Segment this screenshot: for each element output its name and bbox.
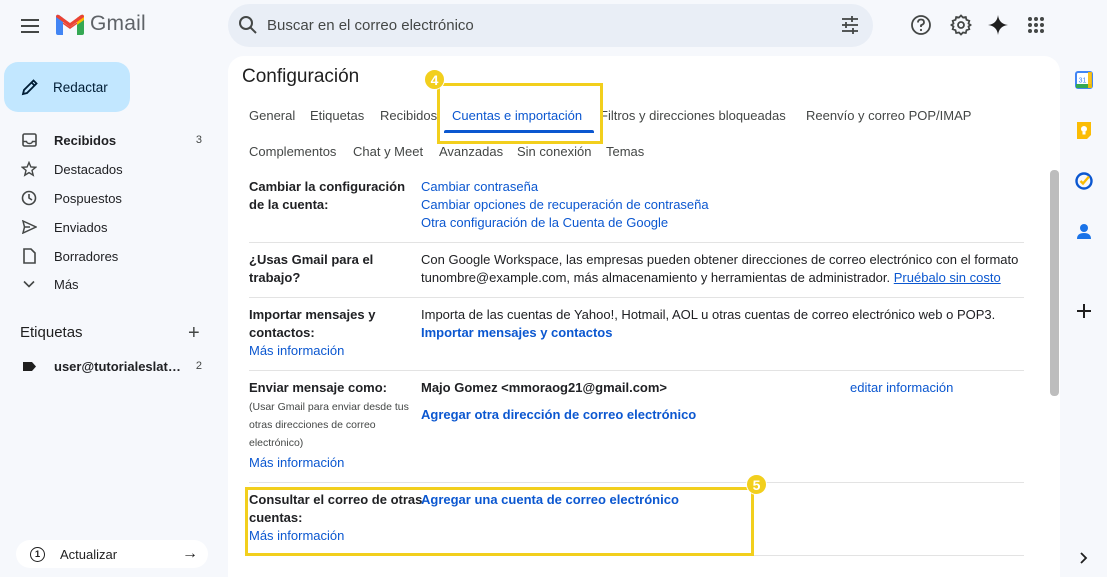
pencil-icon xyxy=(21,79,38,96)
keep-icon[interactable] xyxy=(1074,120,1094,140)
send-as-label: Enviar mensaje como: xyxy=(249,380,387,395)
top-bar: Gmail xyxy=(0,0,1107,52)
sidebar-item-sent[interactable]: Enviados xyxy=(0,213,220,241)
add-label-button[interactable]: + xyxy=(188,323,200,343)
help-icon[interactable] xyxy=(909,13,933,37)
compose-label: Redactar xyxy=(53,79,108,95)
label-count: 2 xyxy=(195,360,202,372)
tab-chat-meet[interactable]: Chat y Meet xyxy=(353,144,423,159)
row-divider xyxy=(249,297,1024,298)
account-settings-label: Cambiar la configuración de la cuenta: xyxy=(249,179,406,212)
sidebar-item-label: Pospuestos xyxy=(54,190,122,206)
sidebar-label-item[interactable]: user@tutorialeslat… 2 xyxy=(0,352,220,380)
compose-button[interactable]: Redactar xyxy=(4,62,130,112)
sender-identity: Majo Gomez <mmoraog21@gmail.com> xyxy=(421,380,668,395)
try-free-link[interactable]: Pruébalo sin costo xyxy=(894,270,1001,285)
update-button[interactable]: 1 Actualizar → xyxy=(16,540,208,568)
draft-icon xyxy=(20,248,38,264)
gmail-logo[interactable]: Gmail xyxy=(56,12,146,36)
import-more-info-link[interactable]: Más información xyxy=(249,342,344,360)
sidebar-item-label: user@tutorialeslat… xyxy=(54,358,181,374)
send-icon xyxy=(20,219,38,235)
tab-labels[interactable]: Etiquetas xyxy=(310,108,364,123)
unread-count: 3 xyxy=(195,134,202,146)
change-password-link[interactable]: Cambiar contraseña xyxy=(421,178,538,196)
label-tag-icon xyxy=(20,358,38,374)
add-email-address-link[interactable]: Agregar otra dirección de correo electró… xyxy=(421,406,696,424)
search-input[interactable] xyxy=(267,4,827,47)
sidebar-item-label: Más xyxy=(54,276,79,292)
gmail-m-icon xyxy=(56,14,84,35)
sidebar-item-drafts[interactable]: Borradores xyxy=(0,242,220,270)
step-5-badge: 5 xyxy=(746,474,767,495)
step-5-highlight xyxy=(245,487,754,556)
tab-advanced[interactable]: Avanzadas xyxy=(439,144,503,159)
sidebar-item-label: Borradores xyxy=(54,248,119,264)
sidebar-item-starred[interactable]: Destacados xyxy=(0,155,220,183)
update-label: Actualizar xyxy=(60,547,118,562)
workspace-description: Con Google Workspace, las empresas puede… xyxy=(421,252,1019,285)
scrollbar-thumb[interactable] xyxy=(1050,170,1059,396)
row-divider xyxy=(249,242,1024,243)
sidebar-item-inbox[interactable]: Recibidos 3 xyxy=(0,126,220,154)
tab-addons[interactable]: Complementos xyxy=(249,144,336,159)
step-4-highlight xyxy=(437,83,603,144)
row-divider xyxy=(249,370,1024,371)
gemini-icon[interactable] xyxy=(986,13,1010,37)
send-as-more-info-link[interactable]: Más información xyxy=(249,454,344,472)
work-label: ¿Usas Gmail para el trabajo? xyxy=(249,252,374,285)
row-divider xyxy=(249,482,1024,483)
filter-options-icon[interactable] xyxy=(841,16,859,39)
side-apps-panel: 31 xyxy=(1060,52,1107,577)
apps-grid-icon[interactable] xyxy=(1024,13,1048,37)
clock-icon xyxy=(20,190,38,206)
import-description: Importa de las cuentas de Yahoo!, Hotmai… xyxy=(421,307,996,322)
tab-offline[interactable]: Sin conexión xyxy=(517,144,591,159)
tab-inbox[interactable]: Recibidos xyxy=(380,108,437,123)
update-badge: 1 xyxy=(30,547,45,562)
tab-forwarding-pop-imap[interactable]: Reenvío y correo POP/IMAP xyxy=(806,108,971,123)
menu-icon[interactable] xyxy=(14,10,46,42)
tasks-icon[interactable] xyxy=(1074,171,1094,191)
sidebar-item-label: Destacados xyxy=(54,161,123,177)
import-label: Importar mensajes y contactos: xyxy=(249,307,376,340)
search-icon[interactable] xyxy=(238,15,258,40)
contacts-icon[interactable] xyxy=(1074,221,1094,241)
add-addon-icon[interactable] xyxy=(1074,301,1094,321)
send-as-note: (Usar Gmail para enviar desde tus otras … xyxy=(249,401,409,449)
sidebar-item-label: Recibidos xyxy=(54,132,117,148)
google-account-settings-link[interactable]: Otra configuración de la Cuenta de Googl… xyxy=(421,214,668,232)
arrow-right-icon: → xyxy=(182,545,198,562)
sidebar: Redactar Recibidos 3 Destacados Pospuest… xyxy=(0,52,228,577)
app-name: Gmail xyxy=(90,12,146,35)
edit-info-link[interactable]: editar información xyxy=(850,379,953,397)
sidebar-item-more[interactable]: Más xyxy=(0,270,220,298)
labels-header: Etiquetas xyxy=(20,324,83,341)
inbox-icon xyxy=(20,132,38,148)
settings-icon[interactable] xyxy=(949,13,973,37)
step-4-badge: 4 xyxy=(424,69,445,90)
chevron-down-icon xyxy=(20,276,38,292)
svg-text:31: 31 xyxy=(1079,78,1087,85)
sidebar-item-label: Enviados xyxy=(54,219,108,235)
search-bar[interactable] xyxy=(228,4,873,47)
tab-filters[interactable]: Filtros y direcciones bloqueadas xyxy=(600,108,786,123)
change-recovery-link[interactable]: Cambiar opciones de recuperación de cont… xyxy=(421,196,709,214)
expand-panel-icon[interactable] xyxy=(1074,548,1094,568)
import-mail-contacts-link[interactable]: Importar mensajes y contactos xyxy=(421,324,612,342)
page-title: Configuración xyxy=(242,66,360,87)
calendar-icon[interactable]: 31 xyxy=(1074,70,1094,90)
tab-themes[interactable]: Temas xyxy=(606,144,644,159)
tab-general[interactable]: General xyxy=(249,108,295,123)
star-icon xyxy=(20,161,38,177)
sidebar-item-snoozed[interactable]: Pospuestos xyxy=(0,184,220,212)
